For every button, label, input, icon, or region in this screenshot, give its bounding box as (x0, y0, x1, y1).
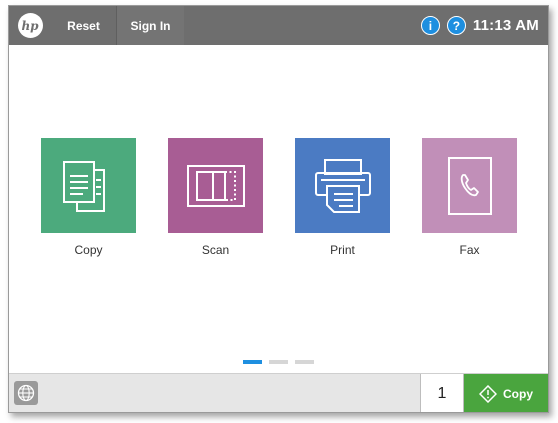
start-copy-button[interactable]: Copy (464, 374, 548, 412)
language-button[interactable] (14, 381, 38, 405)
help-icon[interactable]: ? (446, 16, 466, 35)
fax-icon (447, 156, 492, 215)
print-tile[interactable] (295, 138, 390, 233)
copy-tile[interactable] (41, 138, 136, 233)
hp-logo-icon: hp (17, 13, 43, 38)
status-area: i ? 11:13 AM (420, 6, 548, 45)
scan-tile[interactable] (168, 138, 263, 233)
app-label-fax: Fax (459, 243, 480, 257)
page-dot-2[interactable] (269, 360, 288, 364)
clock: 11:13 AM (472, 17, 539, 34)
app-scan[interactable]: Scan (168, 138, 263, 257)
app-fax[interactable]: Fax (422, 138, 517, 257)
page-indicator (243, 360, 314, 364)
info-icon[interactable]: i (420, 16, 440, 35)
reset-button[interactable]: Reset (51, 6, 117, 45)
print-icon (314, 158, 371, 213)
home-button[interactable]: hp (9, 6, 51, 45)
app-copy[interactable]: Copy (41, 138, 136, 257)
page-dot-3[interactable] (295, 360, 314, 364)
copies-count-field[interactable]: 1 (420, 374, 464, 412)
app-label-copy: Copy (74, 243, 103, 257)
app-print[interactable]: Print (295, 138, 390, 257)
fax-tile[interactable] (422, 138, 517, 233)
sign-in-button[interactable]: Sign In (117, 6, 184, 45)
page-dot-1[interactable] (243, 360, 262, 364)
start-icon (479, 384, 497, 403)
top-bar-spacer (184, 6, 421, 45)
app-label-scan: Scan (201, 243, 230, 257)
printer-control-panel: hp Reset Sign In i ? 11:13 AM Copy Scan … (8, 5, 549, 413)
start-button-label: Copy (503, 386, 533, 401)
top-bar: hp Reset Sign In i ? 11:13 AM (9, 6, 548, 45)
globe-icon (17, 384, 35, 402)
scan-icon (186, 164, 245, 207)
copy-icon (62, 160, 105, 212)
app-label-print: Print (330, 243, 355, 257)
bottom-bar: 1 Copy (9, 373, 548, 412)
